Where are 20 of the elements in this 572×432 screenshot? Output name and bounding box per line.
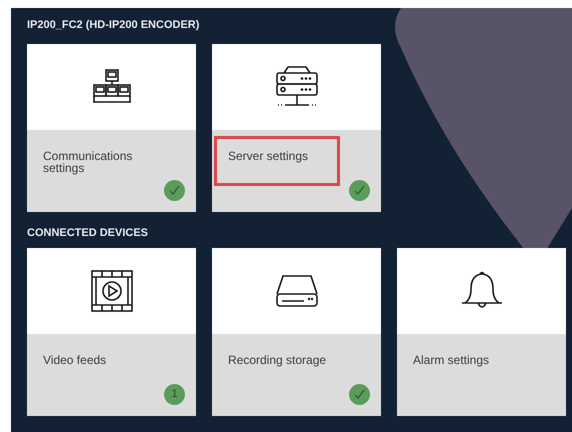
settings-tile[interactable]: Recording storage [212,248,381,416]
tile-label: Video feeds [43,354,108,366]
hard-drive-icon [276,274,318,308]
tile-label: Recording storage [228,354,328,366]
network-computers-icon [92,69,132,105]
section-heading: CONNECTED DEVICES [27,226,148,241]
settings-tile[interactable]: Communications settings [27,44,196,212]
check-badge-icon [349,384,370,405]
settings-tile[interactable]: Alarm settings [397,248,566,416]
settings-tile[interactable]: Video feeds 1 [27,248,196,416]
count-badge: 1 [164,384,185,405]
tile-label: Communications settings [43,150,134,174]
film-play-icon [90,270,132,312]
check-badge-icon [164,180,185,201]
server-icon [276,65,318,109]
tile-label: Alarm settings [413,354,490,366]
check-badge-icon [349,180,370,201]
section-heading: IP200_FC2 (HD-IP200 ENCODER) [27,18,200,33]
tile-label: Server settings [228,150,310,162]
settings-tile[interactable]: Server settings [212,44,381,212]
